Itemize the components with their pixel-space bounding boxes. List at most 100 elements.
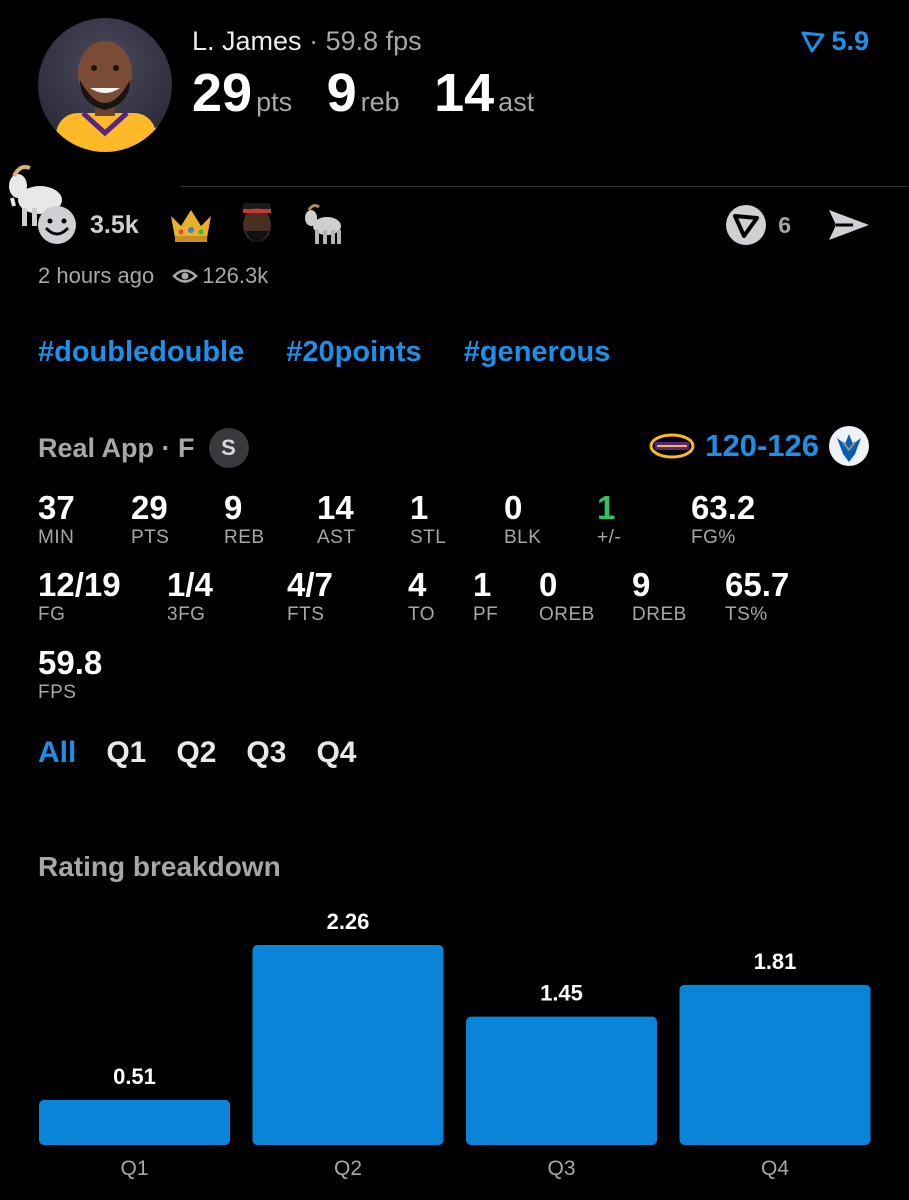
stat-fg: 12/19 FG xyxy=(38,567,121,627)
bar-q4[interactable] xyxy=(679,984,871,1145)
tab-q4[interactable]: Q4 xyxy=(316,736,356,770)
stat-value: 65.7 xyxy=(725,566,790,603)
stat-label: FG xyxy=(38,604,66,625)
stat-reb: 9 REB xyxy=(224,490,265,550)
x-tick-q1: Q1 xyxy=(120,1157,148,1180)
stat-pts: 29 PTS xyxy=(131,490,169,550)
rating-value: 5.9 xyxy=(831,26,869,56)
rating-breakdown-chart: 0.51 Q1 2.26 Q2 1.45 Q3 1.81 Q4 xyxy=(39,909,871,1180)
game-score[interactable]: 120 - 126 xyxy=(649,424,871,468)
player-avatar[interactable] xyxy=(38,18,172,152)
stat-value: 59.8 xyxy=(38,644,103,681)
quarter-tabs: All Q1 Q2 Q3 Q4 xyxy=(38,736,386,770)
stat-ast: 14 AST xyxy=(317,490,355,550)
separator: · xyxy=(309,26,319,56)
player-name: L. James xyxy=(192,26,302,56)
stat-source: Real App · F S xyxy=(38,428,249,468)
stat-value: 0 xyxy=(539,566,558,603)
stat-value: 63.2 xyxy=(691,489,756,526)
stat-ts-pct: 65.7 TS% xyxy=(725,567,789,627)
tab-q3[interactable]: Q3 xyxy=(246,736,286,770)
rating-logo-icon xyxy=(801,31,825,52)
reaction-count: 3.5k xyxy=(90,210,139,239)
score-dash: - xyxy=(756,428,768,463)
stat-plus-minus: 1 +/- xyxy=(597,490,621,550)
player-emoji-icon[interactable] xyxy=(235,203,279,247)
hashtag-generous[interactable]: #generous xyxy=(464,336,611,368)
post-time: 2 hours ago xyxy=(38,263,155,288)
stat-to: 4 TO xyxy=(408,567,435,627)
stat-fg-pct: 63.2 FG% xyxy=(691,490,755,550)
tab-q2[interactable]: Q2 xyxy=(176,736,216,770)
comment-icon[interactable] xyxy=(724,203,768,247)
stat-value: 1 xyxy=(473,566,492,603)
eye-icon xyxy=(172,269,198,283)
data-label-q3: 1.45 xyxy=(540,981,583,1006)
stat-oreb: 0 OREB xyxy=(539,567,595,627)
send-icon[interactable] xyxy=(827,206,871,244)
crown-emoji-icon[interactable] xyxy=(169,203,213,247)
stat-fps: 59.8 FPS xyxy=(38,645,102,705)
stat-value: 9 xyxy=(224,489,243,526)
bar-q1[interactable] xyxy=(39,1099,230,1145)
stat-value: 1 xyxy=(410,489,429,526)
headline-pts: 29 xyxy=(192,63,253,123)
stat-stl: 1 STL xyxy=(410,490,446,550)
stat-value: 14 xyxy=(317,489,354,526)
stat-label: +/- xyxy=(597,527,622,548)
rating-badge[interactable]: 5.9 xyxy=(801,26,869,57)
bar-q2[interactable] xyxy=(252,945,444,1145)
stat-label: TS% xyxy=(725,604,768,625)
headline-reb: 9 xyxy=(326,63,357,123)
stat-pf: 1 PF xyxy=(473,567,498,627)
stat-label: BLK xyxy=(504,527,542,548)
comment-count: 6 xyxy=(778,211,791,238)
stat-value: 9 xyxy=(632,566,651,603)
score-away: 126 xyxy=(767,428,819,463)
headline-ast: 14 xyxy=(434,63,495,123)
stat-value: 0 xyxy=(504,489,523,526)
goat-emoji-icon[interactable] xyxy=(301,203,345,247)
stat-label: PF xyxy=(473,604,499,625)
stat-label: FTS xyxy=(287,604,325,625)
stat-label: 3FG xyxy=(167,604,206,625)
mavericks-logo-icon xyxy=(829,426,869,466)
header-divider xyxy=(180,186,909,187)
share-area: 6 xyxy=(724,203,871,247)
player-name-line[interactable]: L. James · 59.8 fps xyxy=(192,26,422,57)
tab-all[interactable]: All xyxy=(38,736,76,770)
lakers-logo-icon xyxy=(649,433,695,459)
smiley-reaction-icon[interactable] xyxy=(36,204,78,246)
x-tick-q2: Q2 xyxy=(334,1157,362,1180)
stat-label: MIN xyxy=(38,527,75,548)
stat-label: STL xyxy=(410,527,447,548)
view-count: 126.3k xyxy=(202,263,269,288)
hashtag-20points[interactable]: #20points xyxy=(286,336,421,368)
stat-label: FPS xyxy=(38,682,77,703)
data-label-q4: 1.81 xyxy=(754,949,797,974)
headline-stats: 29 pts 9 reb 14 ast xyxy=(192,62,564,124)
rating-breakdown-title: Rating breakdown xyxy=(38,851,281,882)
stat-3fg: 1/4 3FG xyxy=(167,567,213,627)
x-tick-q4: Q4 xyxy=(761,1157,789,1180)
data-label-q2: 2.26 xyxy=(327,909,370,934)
stat-value: 12/19 xyxy=(38,566,121,603)
bar-q3[interactable] xyxy=(466,1016,657,1145)
stat-value: 1 xyxy=(597,489,616,526)
s-badge[interactable]: S xyxy=(208,428,249,468)
stat-blk: 0 BLK xyxy=(504,490,541,550)
stat-value: 4/7 xyxy=(287,566,333,603)
hashtag-doubledouble[interactable]: #doubledouble xyxy=(38,336,244,368)
reaction-row: 3.5k xyxy=(36,203,367,247)
stat-value: 37 xyxy=(38,489,75,526)
stat-min: 37 MIN xyxy=(38,490,75,550)
player-fps: 59.8 fps xyxy=(325,26,422,56)
stat-label: TO xyxy=(408,604,436,625)
stat-fts: 4/7 FTS xyxy=(287,567,333,627)
stat-value: 29 xyxy=(131,489,168,526)
tab-q1[interactable]: Q1 xyxy=(106,736,146,770)
stat-label: FG% xyxy=(691,527,736,548)
headline-ast-unit: ast xyxy=(498,87,535,117)
headline-reb-unit: reb xyxy=(360,87,400,117)
stat-value: 4 xyxy=(408,566,427,603)
